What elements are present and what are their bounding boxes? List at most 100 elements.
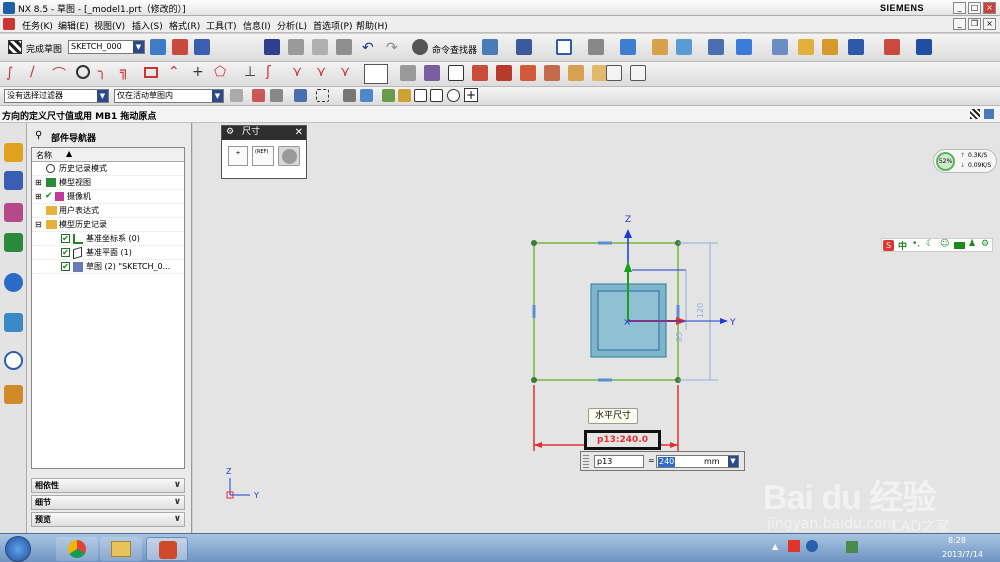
dimension-icon[interactable] [364, 64, 388, 84]
start-button[interactable] [5, 536, 31, 562]
menu-format[interactable]: 格式(R) [169, 19, 200, 32]
feature-icon[interactable] [798, 39, 814, 55]
trim-icon[interactable]: ⋎ [292, 64, 302, 80]
inferred-dimension-icon[interactable]: ⁺ [228, 146, 248, 166]
relations-icon[interactable] [544, 65, 560, 81]
distance-icon[interactable] [916, 39, 932, 55]
cube-view-icon[interactable] [620, 39, 636, 55]
finish-sketch-flag-icon[interactable] [8, 40, 22, 54]
part-icon[interactable] [772, 39, 788, 55]
continuous-auto-icon[interactable] [606, 65, 622, 81]
sort-up-icon[interactable]: ▲ [66, 149, 72, 158]
undo-icon[interactable]: ↶ [362, 40, 374, 56]
render-style-icon[interactable] [588, 39, 604, 55]
preview-panel[interactable]: 预览 ∨ [31, 512, 185, 527]
tree-row[interactable]: ✔ 基准平面 (1) [32, 246, 184, 260]
sketch-name-select[interactable]: SKETCH_000 ▼ [68, 40, 145, 54]
doc-restore-button[interactable]: ❐ [968, 18, 981, 30]
graphics-window[interactable]: 120 85 Z Y × Z Y 水平尺寸 p13:240.0 p13 = 24… [193, 123, 1000, 535]
move-object-icon[interactable] [708, 39, 724, 55]
line-icon[interactable]: / [30, 64, 35, 80]
details-panel[interactable]: 细节 ∨ [31, 495, 185, 510]
create-inferred-icon[interactable] [630, 65, 646, 81]
general-select-icon[interactable] [230, 89, 243, 102]
constraint-icon[interactable] [400, 65, 416, 81]
arc-center-icon[interactable] [447, 89, 460, 102]
nx-taskbar-button[interactable] [146, 537, 188, 561]
orient-view-icon[interactable] [150, 39, 166, 55]
paste-icon[interactable] [336, 39, 352, 55]
status-info-icon[interactable] [984, 109, 994, 119]
gear-icon[interactable]: ⚙ [226, 126, 234, 139]
tree-row[interactable]: ⊞ 模型视图 [32, 176, 184, 190]
arc-icon[interactable]: ⌒ [52, 64, 66, 84]
menu-info[interactable]: 信息(I) [243, 19, 271, 32]
explorer-taskbar-button[interactable] [100, 537, 142, 561]
animate-icon[interactable] [520, 65, 536, 81]
doc-minimize-button[interactable]: _ [953, 18, 966, 30]
expand-icon[interactable]: ⊞ [35, 176, 42, 189]
command-finder-icon[interactable] [412, 39, 428, 55]
alternate-icon[interactable] [496, 65, 512, 81]
wcs-icon[interactable] [676, 39, 692, 55]
polygon-icon[interactable]: ⬠ [214, 64, 226, 80]
select-filter-icon[interactable] [516, 39, 532, 55]
expand-icon[interactable]: ⊞ [35, 190, 42, 203]
chamfer-icon[interactable]: ╗ [120, 64, 128, 80]
checkbox-checked[interactable]: ✔ [61, 248, 70, 257]
extend-icon[interactable]: ⋎ [316, 64, 326, 80]
tree-row[interactable]: ⊟ 模型历史记录 [32, 218, 184, 232]
convert-ref-icon[interactable] [472, 65, 488, 81]
curve-rule-icon[interactable] [270, 89, 283, 102]
command-finder-label[interactable]: 命令查找器 [432, 43, 477, 56]
tree-row[interactable]: ⊞ ✔ 摄像机 [32, 190, 184, 204]
sogou-tray-icon[interactable] [788, 540, 800, 552]
assembly-navigator-tab-icon[interactable] [4, 171, 23, 190]
polyline-icon[interactable]: ⌃ [168, 64, 180, 80]
wrench-icon[interactable]: ⚙ [981, 239, 989, 249]
status-flag-icon[interactable] [970, 109, 980, 119]
col-name-header[interactable]: 名称 [36, 150, 52, 161]
control-point-icon[interactable] [430, 89, 443, 102]
doc-close-button[interactable]: × [983, 18, 996, 30]
maximize-button[interactable]: □ [968, 2, 981, 14]
dim-value-field[interactable]: 240 mm ▼ [656, 455, 739, 468]
ref-dimension-button[interactable]: (REF) [252, 146, 274, 166]
collapse-icon[interactable]: ⊟ [35, 218, 42, 231]
circle-icon[interactable] [76, 65, 90, 79]
reuse-library-tab-icon[interactable] [4, 233, 23, 252]
cut-icon[interactable] [288, 39, 304, 55]
dependencies-panel[interactable]: 相依性 ∨ [31, 478, 185, 493]
type-filter-select[interactable]: 没有选择过滤器 ▼ [4, 89, 109, 103]
checkbox-checked[interactable]: ✔ [61, 262, 70, 271]
auto-constrain-icon[interactable] [424, 65, 440, 81]
menu-tools[interactable]: 工具(T) [206, 19, 237, 32]
update-model-icon[interactable] [194, 39, 210, 55]
chrome-taskbar-button[interactable] [56, 537, 98, 561]
menu-preferences[interactable]: 首选项(P) [313, 19, 352, 32]
menu-task[interactable]: 任务(K) [22, 19, 53, 32]
help-tray-icon[interactable] [806, 540, 818, 552]
copy-icon[interactable] [312, 39, 328, 55]
dim-name-field[interactable]: p13 [594, 455, 644, 468]
web-browser-tab-icon[interactable] [4, 273, 23, 292]
menu-help[interactable]: 帮助(H) [356, 19, 388, 32]
fillet-icon[interactable]: ╮ [98, 64, 106, 80]
clock-date[interactable]: 2013/7/14 [942, 550, 983, 559]
pin-icon[interactable]: ⚲ [35, 130, 42, 141]
history-tab-icon[interactable] [4, 313, 23, 332]
snap-toggle-icon[interactable] [382, 89, 395, 102]
show-constraint-icon[interactable] [448, 65, 464, 81]
close-button[interactable]: × [983, 2, 996, 14]
menu-analysis[interactable]: 分析(L) [277, 19, 307, 32]
point-icon[interactable]: + [192, 64, 204, 80]
endpoint-icon[interactable] [398, 89, 411, 102]
user-icon[interactable]: ♟ [968, 239, 976, 249]
inferred-icon[interactable] [568, 65, 584, 81]
offset-icon[interactable]: ⊥ [244, 64, 256, 80]
chevron-down-icon[interactable]: ▼ [728, 456, 738, 467]
shield-tray-icon[interactable] [846, 541, 858, 553]
roles-tab-icon[interactable] [4, 385, 23, 404]
ime-toolbar[interactable]: S 中 •, ☾ ☺ ♟ ⚙ [881, 238, 993, 252]
moon-icon[interactable]: ☾ [926, 239, 934, 249]
